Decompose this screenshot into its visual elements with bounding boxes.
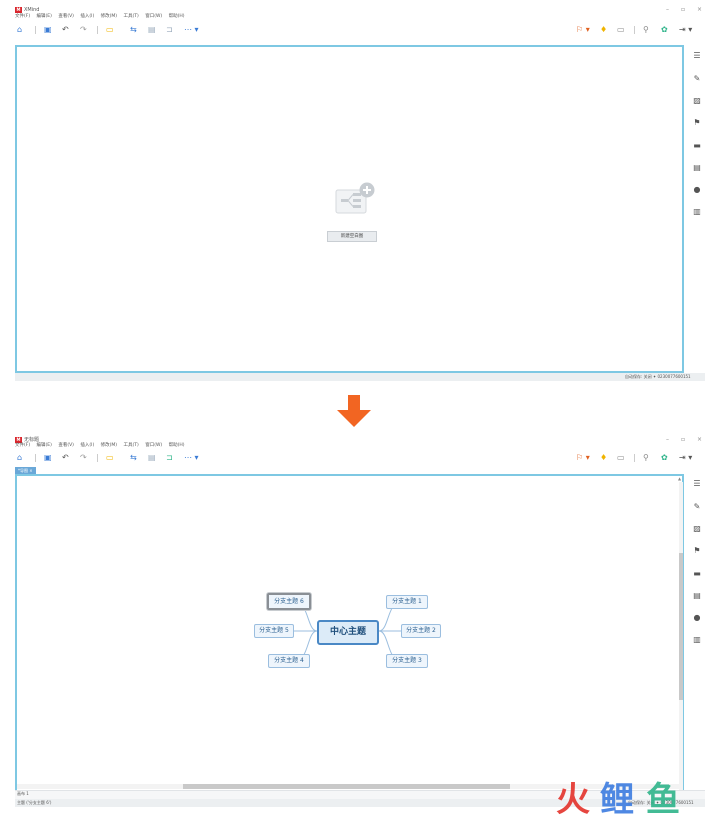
document-icon[interactable]: ▤	[693, 164, 701, 172]
menu-bar: 文件(F) 编辑(E) 查看(V) 插入(I) 修改(M) 工具(T) 窗口(W…	[15, 13, 190, 21]
menu-modify[interactable]: 修改(M)	[101, 14, 117, 19]
toolbar: ⌂ ▣ ↶ ↷ ▭ ⇆ ▤ ⊐ ⋯ ▾ ⚐ ▾ ♦ ▭ ⚲ ✿ ⇥ ▾	[0, 23, 723, 37]
export-icon[interactable]: ⇥ ▾	[679, 23, 692, 37]
menu-file[interactable]: 文件(F)	[15, 14, 30, 19]
menu-bar-2: 文件(F) 编辑(E) 查看(V) 插入(I) 修改(M) 工具(T) 窗口(W…	[15, 442, 190, 450]
menu-view[interactable]: 查看(V)	[58, 14, 74, 19]
boundary-icon[interactable]: ▤	[148, 23, 156, 37]
subtopic-4[interactable]: 分支主题 4	[268, 654, 310, 668]
subtopic-3[interactable]: 分支主题 3	[386, 654, 428, 668]
close-icon-2[interactable]: ×	[697, 434, 702, 446]
minimize-icon-2[interactable]: –	[666, 434, 669, 446]
status-bar-bg	[15, 373, 705, 381]
idea-icon-2[interactable]: ♦	[600, 451, 607, 465]
more-icon[interactable]: ⋯ ▾	[184, 23, 199, 37]
present-icon[interactable]: ▭	[617, 23, 625, 37]
menu-insert-2[interactable]: 插入(I)	[80, 443, 94, 448]
menu-edit[interactable]: 编辑(E)	[37, 14, 52, 19]
clipboard-icon-2[interactable]: ▥	[693, 636, 701, 644]
maximize-icon-2[interactable]: ▫	[681, 434, 685, 446]
empty-canvas[interactable]: 新建空白图	[15, 45, 684, 373]
down-arrow-icon	[337, 395, 371, 427]
menu-edit-2[interactable]: 编辑(E)	[37, 443, 52, 448]
boundary-icon-2[interactable]: ▤	[148, 451, 156, 465]
topic-icon[interactable]: ▭	[106, 23, 114, 37]
top-window: M XMind – ▫ × 文件(F) 编辑(E) 查看(V) 插入(I) 修改…	[0, 0, 723, 383]
close-icon[interactable]: ×	[697, 4, 702, 16]
notes-icon[interactable]: ▬	[693, 142, 701, 150]
toolbar-2: ⌂ ▣ ↶ ↷ ▭ ⇆ ▤ ⊐ ⋯ ▾ ⚐ ▾ ♦ ▭ ⚲ ✿ ⇥ ▾	[0, 451, 723, 465]
menu-modify-2[interactable]: 修改(M)	[101, 443, 117, 448]
new-map-icon[interactable]	[334, 181, 376, 217]
bottom-window: M 无标题 – ▫ × 文件(F) 编辑(E) 查看(V) 插入(I) 修改(M…	[0, 432, 723, 824]
menu-view-2[interactable]: 查看(V)	[58, 443, 74, 448]
format-icon-2[interactable]: ✎	[693, 503, 701, 511]
home-icon-2[interactable]: ⌂	[17, 451, 22, 465]
present-icon-2[interactable]: ▭	[617, 451, 625, 465]
summary-icon-2[interactable]: ⊐	[166, 451, 173, 465]
watermark-char-1: 火	[556, 780, 590, 820]
comment-icon-2[interactable]: ●	[693, 614, 701, 622]
menu-tools-2[interactable]: 工具(T)	[124, 443, 139, 448]
summary-icon[interactable]: ⊐	[166, 23, 173, 37]
share-icon[interactable]: ✿	[661, 23, 668, 37]
menu-window-2[interactable]: 窗口(W)	[145, 443, 162, 448]
menu-window[interactable]: 窗口(W)	[145, 14, 162, 19]
tab-map[interactable]: *导图 ×	[15, 467, 36, 474]
flag-icon-2[interactable]: ⚑	[693, 547, 701, 555]
image-icon[interactable]: ▨	[693, 97, 701, 105]
map-canvas[interactable]: 中心主题 分支主题 1 分支主题 2 分支主题 3 分支主题 4 分支主题 5 …	[15, 474, 684, 802]
redo-icon[interactable]: ↷	[80, 23, 87, 37]
share-icon-2[interactable]: ✿	[661, 451, 668, 465]
topic-icon-2[interactable]: ▭	[106, 451, 114, 465]
relationship-icon[interactable]: ⇆	[130, 23, 137, 37]
search-icon-2[interactable]: ⚲	[643, 451, 649, 465]
subtopic-2[interactable]: 分支主题 2	[401, 624, 441, 638]
outline-icon-2[interactable]: ☰	[693, 480, 701, 488]
more-icon-2[interactable]: ⋯ ▾	[184, 451, 199, 465]
comment-icon[interactable]: ●	[693, 186, 701, 194]
new-blank-map-button[interactable]: 新建空白图	[327, 231, 377, 242]
flag-icon[interactable]: ⚑	[693, 119, 701, 127]
idea-icon[interactable]: ♦	[600, 23, 607, 37]
sheet-tab[interactable]: 画布 1	[17, 791, 29, 797]
notes-icon-2[interactable]: ▬	[693, 570, 701, 578]
central-topic[interactable]: 中心主题	[317, 620, 379, 645]
marker-icon-2[interactable]: ⚐ ▾	[576, 451, 590, 465]
minimize-icon[interactable]: –	[666, 4, 669, 16]
menu-tools[interactable]: 工具(T)	[124, 14, 139, 19]
undo-icon-2[interactable]: ↶	[62, 451, 69, 465]
save-icon-2[interactable]: ▣	[44, 451, 52, 465]
subtopic-6-selected[interactable]: 分支主题 6	[267, 593, 311, 610]
menu-help[interactable]: 帮助(H)	[169, 14, 185, 19]
subtopic-5[interactable]: 分支主题 5	[254, 624, 294, 638]
undo-icon[interactable]: ↶	[62, 23, 69, 37]
vertical-scroll-thumb[interactable]	[679, 553, 683, 700]
clipboard-icon[interactable]: ▥	[693, 208, 701, 216]
scroll-up-icon[interactable]: ▲	[678, 476, 681, 481]
watermark-char-2: 鲤	[600, 780, 634, 820]
menu-file-2[interactable]: 文件(F)	[15, 443, 30, 448]
search-icon[interactable]: ⚲	[643, 23, 649, 37]
export-icon-2[interactable]: ⇥ ▾	[679, 451, 692, 465]
horizontal-scroll-thumb[interactable]	[183, 784, 510, 789]
save-icon[interactable]: ▣	[44, 23, 52, 37]
subtopic-1[interactable]: 分支主题 1	[386, 595, 428, 609]
maximize-icon[interactable]: ▫	[681, 4, 685, 16]
redo-icon-2[interactable]: ↷	[80, 451, 87, 465]
watermark-char-3: 鱼	[646, 780, 680, 820]
relationship-icon-2[interactable]: ⇆	[130, 451, 137, 465]
status-text: 自动保存: 关闭 ✦ 0230077600151	[625, 374, 691, 379]
format-icon[interactable]: ✎	[693, 75, 701, 83]
home-icon[interactable]: ⌂	[17, 23, 22, 37]
selection-status: 主题 ('分支主题 6')	[17, 800, 52, 805]
image-icon-2[interactable]: ▨	[693, 525, 701, 533]
marker-icon[interactable]: ⚐ ▾	[576, 23, 590, 37]
document-icon-2[interactable]: ▤	[693, 592, 701, 600]
menu-insert[interactable]: 插入(I)	[80, 14, 94, 19]
menu-help-2[interactable]: 帮助(H)	[169, 443, 185, 448]
outline-icon[interactable]: ☰	[693, 52, 701, 60]
